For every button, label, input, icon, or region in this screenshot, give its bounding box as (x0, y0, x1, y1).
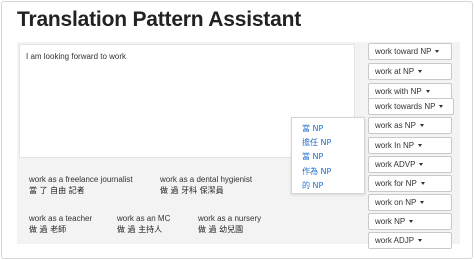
pattern-dropdown[interactable]: work ADVP (368, 156, 452, 173)
caret-down-icon (418, 239, 423, 242)
example-item[interactable]: work as a teacher 做 過 老師 (29, 213, 92, 235)
pattern-label: work for NP (375, 179, 417, 188)
caret-down-icon (435, 50, 440, 53)
caret-down-icon (419, 163, 424, 166)
pattern-dropdown[interactable]: work ADJP (368, 232, 452, 249)
pattern-label: work as NP (375, 121, 416, 130)
pattern-dropdown[interactable]: work for NP (368, 175, 452, 192)
pattern-dropdown[interactable]: work as NP (368, 117, 452, 134)
caret-down-icon (409, 220, 414, 223)
pattern-label: work at NP (375, 67, 415, 76)
example-chinese: 做 過 幼兒園 (198, 225, 244, 234)
example-chinese: 當 了 自由 記者 (29, 186, 85, 195)
translation-suggestions-menu: 當 NP 擔任 NP 當 NP 作為 NP 的 NP (291, 117, 365, 194)
caret-down-icon (418, 144, 423, 147)
example-item[interactable]: work as a dental hygienist 做 過 牙科 保潔員 (160, 174, 252, 196)
suggestion-item[interactable]: 當 NP (302, 124, 323, 134)
pattern-dropdown[interactable]: work NP (368, 213, 452, 230)
suggestion-item[interactable]: 的 NP (302, 181, 323, 191)
caret-down-icon (418, 70, 423, 73)
example-chinese: 做 過 老師 (29, 225, 67, 234)
pattern-label: work toward NP (375, 47, 432, 56)
caret-down-icon (420, 201, 425, 204)
example-english: work as a dental hygienist (160, 175, 253, 184)
pattern-dropdown[interactable]: work towards NP (368, 98, 454, 115)
example-item[interactable]: work as a nursery 做 過 幼兒園 (198, 213, 261, 235)
pattern-label: work with NP (375, 87, 422, 96)
example-item[interactable]: work as a freelance journalist 當 了 自由 記者 (29, 174, 133, 196)
pattern-label: work ADVP (375, 160, 416, 169)
pattern-label: work on NP (375, 198, 417, 207)
example-chinese: 做 過 主持人 (117, 225, 163, 234)
suggestion-item[interactable]: 當 NP (302, 152, 323, 162)
page-title: Translation Pattern Assistant (17, 8, 301, 31)
example-english: work as an MC (117, 214, 171, 223)
example-english: work as a teacher (29, 214, 93, 223)
pattern-dropdown[interactable]: work on NP (368, 194, 452, 211)
caret-down-icon (419, 124, 424, 127)
caret-down-icon (439, 105, 444, 108)
pattern-label: work towards NP (375, 102, 436, 111)
pattern-label: work In NP (375, 141, 415, 150)
caret-down-icon (425, 90, 430, 93)
caret-down-icon (420, 182, 425, 185)
pattern-label: work ADJP (375, 236, 415, 245)
pattern-dropdown[interactable]: work at NP (368, 63, 452, 80)
pattern-label: work NP (375, 217, 406, 226)
pattern-dropdown[interactable]: work In NP (368, 137, 452, 154)
example-item[interactable]: work as an MC 做 過 主持人 (117, 213, 170, 235)
example-english: work as a freelance journalist (29, 175, 133, 184)
suggestion-item[interactable]: 作為 NP (302, 167, 331, 177)
pattern-dropdown[interactable]: work toward NP (368, 43, 452, 60)
example-chinese: 做 過 牙科 保潔員 (160, 186, 224, 195)
suggestion-item[interactable]: 擔任 NP (302, 138, 331, 148)
example-english: work as a nursery (198, 214, 262, 223)
